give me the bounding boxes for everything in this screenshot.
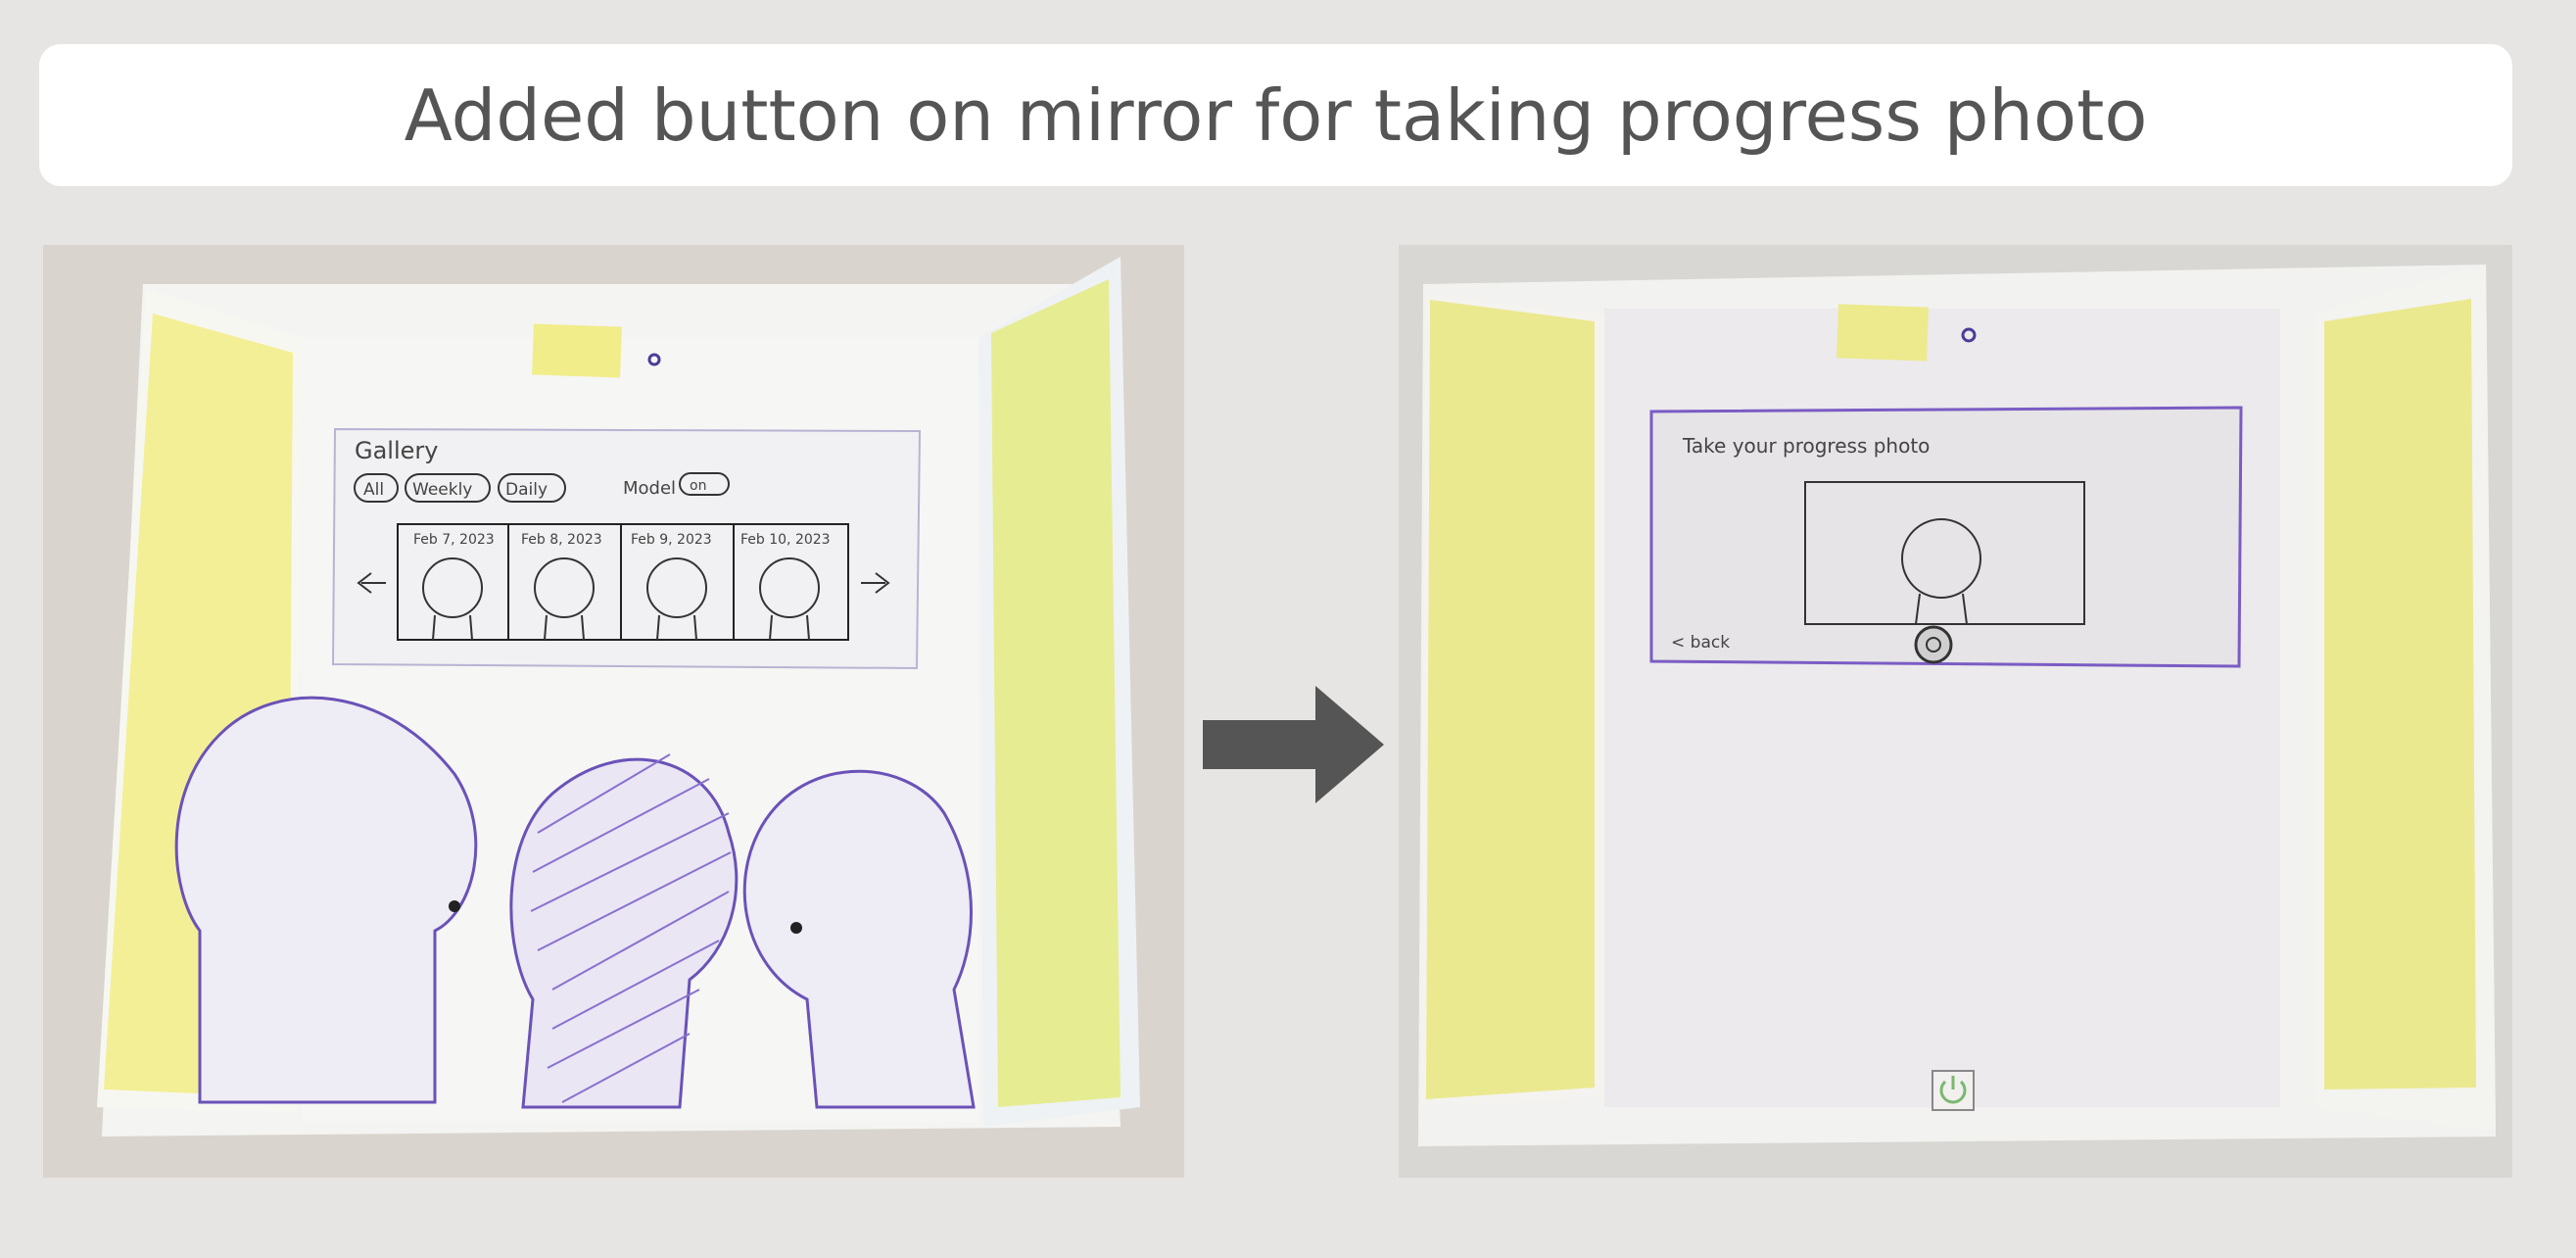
shutter-button[interactable] <box>1914 625 1953 664</box>
after-paper-prototype: Take your progress photo < back <box>1399 245 2512 1178</box>
filter-all: All <box>363 480 384 500</box>
right-sticky-note <box>991 279 1121 1107</box>
model-label: Model <box>623 478 676 499</box>
banner-title: Added button on mirror for taking progre… <box>404 73 2148 157</box>
after-photo: Take your progress photo < back <box>1399 245 2512 1178</box>
date-2: Feb 8, 2023 <box>521 532 602 548</box>
gallery-title: Gallery <box>355 437 438 464</box>
gallery-card: Gallery All Weekly Daily Model on Feb 7,… <box>331 427 922 670</box>
transition-arrow-icon <box>1203 686 1384 803</box>
before-paper-prototype: Gallery All Weekly Daily Model on Feb 7,… <box>43 245 1184 1178</box>
filter-weekly: Weekly <box>412 480 472 500</box>
filter-daily: Daily <box>505 480 548 500</box>
before-photo: Gallery All Weekly Daily Model on Feb 7,… <box>43 245 1184 1178</box>
head-left <box>174 696 478 1104</box>
model-toggle-label: on <box>690 478 706 494</box>
title-banner: Added button on mirror for taking progre… <box>39 44 2512 186</box>
photo-prompt: Take your progress photo <box>1682 434 1930 458</box>
tape <box>532 323 622 378</box>
tape <box>1837 304 1929 362</box>
date-1: Feb 7, 2023 <box>413 532 495 548</box>
photo-capture-card: Take your progress photo < back <box>1649 406 2243 668</box>
date-4: Feb 10, 2023 <box>740 532 831 548</box>
back-link[interactable]: < back <box>1671 633 1730 653</box>
date-3: Feb 9, 2023 <box>631 532 712 548</box>
right-sticky-note <box>2324 299 2476 1089</box>
left-sticky-note <box>1426 300 1595 1099</box>
power-button[interactable] <box>1932 1070 1975 1111</box>
